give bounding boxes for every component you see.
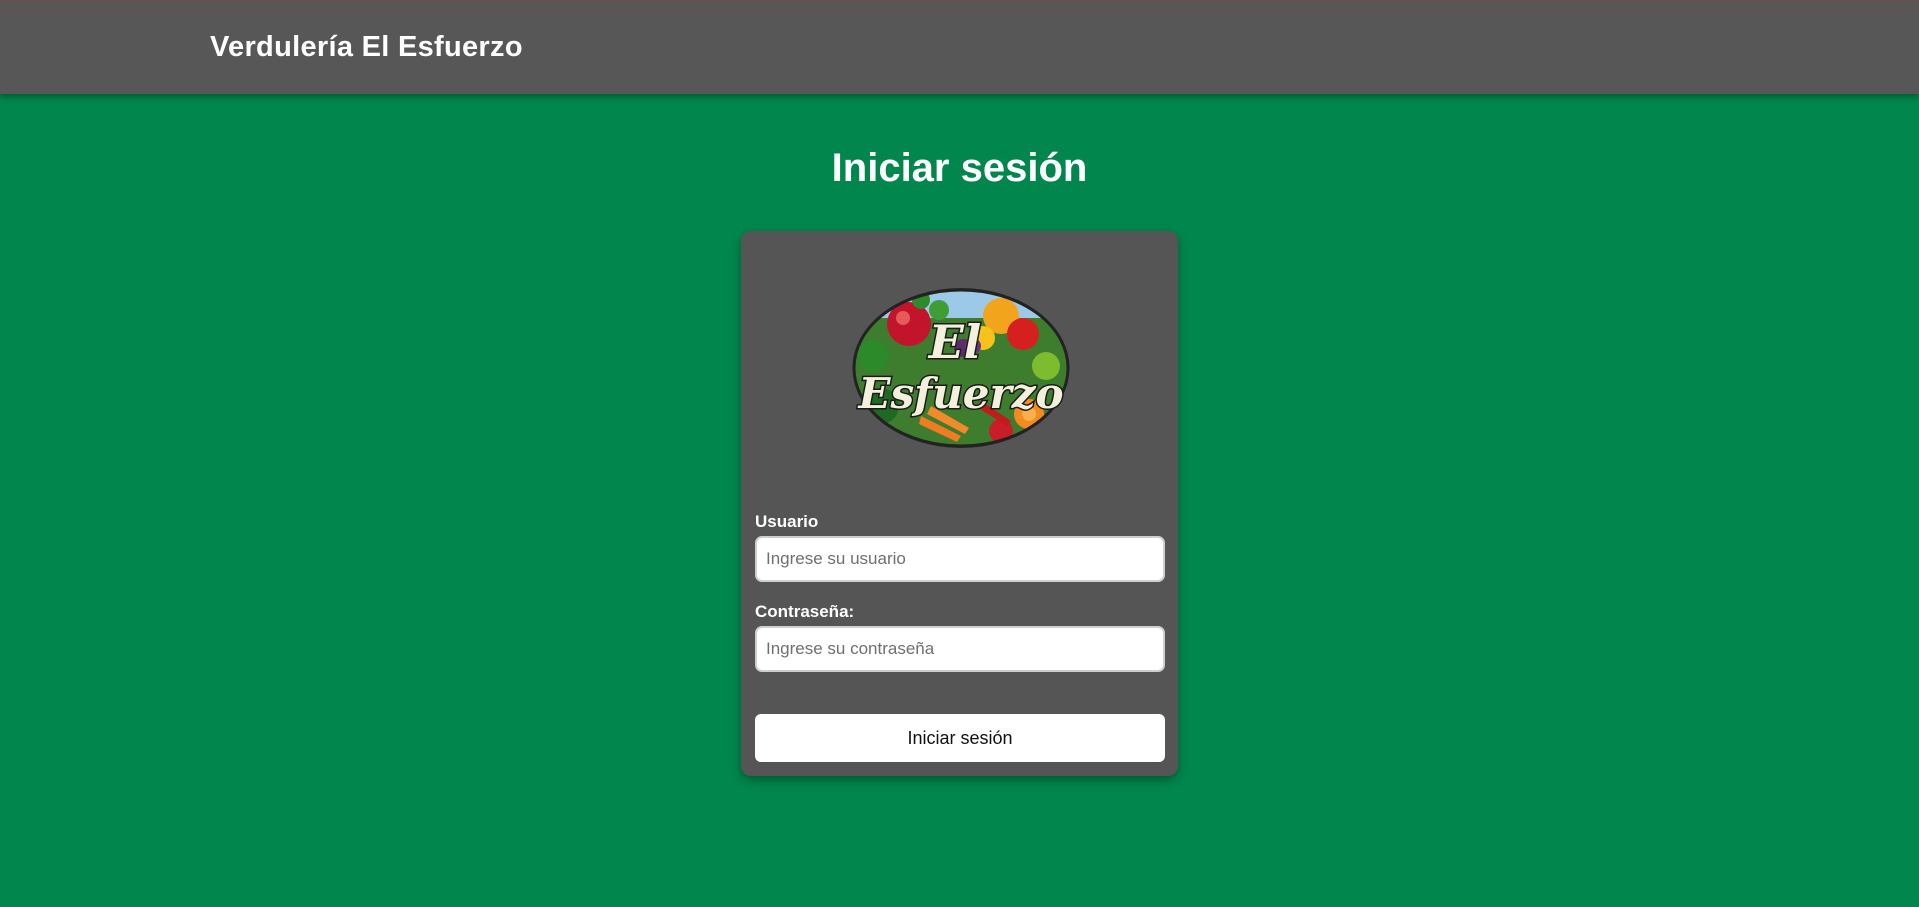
login-card: El Esfuerzo Usuario Contraseña: Iniciar … — [741, 231, 1178, 776]
brand-title[interactable]: Verdulería El Esfuerzo — [210, 31, 523, 64]
login-button[interactable]: Iniciar sesión — [755, 714, 1165, 762]
top-navbar: Verdulería El Esfuerzo — [0, 0, 1919, 94]
username-input[interactable] — [755, 536, 1165, 582]
store-logo-image: El Esfuerzo — [852, 288, 1070, 448]
logo-text-line1: El — [927, 315, 982, 369]
logo-text-line2: Esfuerzo — [858, 369, 1064, 418]
password-label: Contraseña: — [755, 602, 855, 621]
username-label: Usuario — [755, 512, 819, 531]
store-logo: El Esfuerzo — [851, 286, 1071, 451]
password-input[interactable] — [755, 626, 1165, 672]
page-title: Iniciar sesión — [831, 146, 1088, 190]
